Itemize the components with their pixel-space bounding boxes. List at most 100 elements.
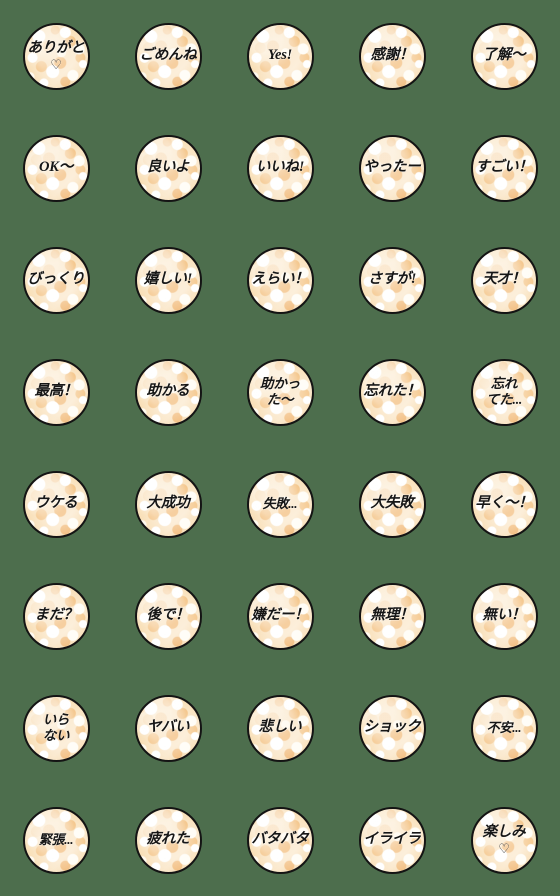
emoji-coin-tasukaru[interactable]: 助かる bbox=[134, 358, 202, 426]
emoji-cell-nai[interactable]: 無い！ bbox=[448, 560, 560, 672]
emoji-cell-batabata[interactable]: バタバタ bbox=[224, 784, 336, 896]
emoji-cell-atode[interactable]: 後で！ bbox=[112, 560, 224, 672]
emoji-label-gomenne: ごめんね bbox=[139, 47, 197, 64]
emoji-cell-bikkuri[interactable]: びっくり bbox=[0, 224, 112, 336]
emoji-cell-iranai[interactable]: いら ない bbox=[0, 672, 112, 784]
emoji-coin-yes[interactable]: Yes! bbox=[246, 22, 314, 90]
emoji-coin-erai[interactable]: えらい！ bbox=[246, 246, 314, 314]
emoji-label-tasukaru: 助かる bbox=[146, 383, 190, 400]
emoji-coin-daishippai[interactable]: 大失敗 bbox=[358, 470, 426, 538]
emoji-label-atode: 後で！ bbox=[146, 607, 190, 624]
emoji-coin-iyada[interactable]: 嫌だー！ bbox=[246, 582, 314, 650]
emoji-coin-yabai[interactable]: ヤバい bbox=[134, 694, 202, 762]
emoji-cell-yatta[interactable]: やったー bbox=[336, 112, 448, 224]
emoji-label-tsukareta: 疲れた bbox=[146, 831, 190, 848]
emoji-coin-muri[interactable]: 無理！ bbox=[358, 582, 426, 650]
emoji-cell-yabai[interactable]: ヤバい bbox=[112, 672, 224, 784]
emoji-coin-arigato[interactable]: ありがと ♡ bbox=[22, 22, 90, 90]
emoji-cell-daishippai[interactable]: 大失敗 bbox=[336, 448, 448, 560]
emoji-cell-muri[interactable]: 無理！ bbox=[336, 560, 448, 672]
emoji-coin-ureshii[interactable]: 嬉しい! bbox=[134, 246, 202, 314]
emoji-cell-tensai[interactable]: 天才！ bbox=[448, 224, 560, 336]
emoji-cell-daiseikou[interactable]: 大成功 bbox=[112, 448, 224, 560]
emoji-coin-hayaku[interactable]: 早く〜！ bbox=[470, 470, 538, 538]
emoji-label-saikou: 最高！ bbox=[34, 383, 78, 400]
emoji-label-batabata: バタバタ bbox=[251, 831, 309, 848]
emoji-coin-sasuga[interactable]: さすが! bbox=[358, 246, 426, 314]
emoji-cell-sugoi[interactable]: すごい！ bbox=[448, 112, 560, 224]
emoji-coin-kinchou[interactable]: 緊張... bbox=[22, 806, 90, 874]
emoji-cell-tanoshimi[interactable]: 楽しみ ♡ bbox=[448, 784, 560, 896]
emoji-coin-tensai[interactable]: 天才！ bbox=[470, 246, 538, 314]
emoji-cell-tasukaru[interactable]: 助かる bbox=[112, 336, 224, 448]
emoji-coin-tsukareta[interactable]: 疲れた bbox=[134, 806, 202, 874]
emoji-label-muri: 無理！ bbox=[370, 607, 414, 624]
emoji-label-tasukatta: 助かっ た〜 bbox=[260, 376, 300, 407]
emoji-coin-tanoshimi[interactable]: 楽しみ ♡ bbox=[470, 806, 538, 874]
emoji-label-arigato: ありがと ♡ bbox=[27, 40, 85, 72]
emoji-label-kinchou: 緊張... bbox=[38, 832, 74, 848]
emoji-coin-kanashii[interactable]: 悲しい bbox=[246, 694, 314, 762]
emoji-cell-fuan[interactable]: 不安... bbox=[448, 672, 560, 784]
emoji-coin-tasukatta[interactable]: 助かっ た〜 bbox=[246, 358, 314, 426]
emoji-coin-shock[interactable]: ショック bbox=[358, 694, 426, 762]
emoji-coin-bikkuri[interactable]: びっくり bbox=[22, 246, 90, 314]
emoji-cell-kansha[interactable]: 感謝！ bbox=[336, 0, 448, 112]
emoji-cell-mada[interactable]: まだ？ bbox=[0, 560, 112, 672]
emoji-coin-iine[interactable]: いいね! bbox=[246, 134, 314, 202]
emoji-label-bikkuri: びっくり bbox=[27, 271, 85, 288]
emoji-coin-wasureteta[interactable]: 忘れ てた... bbox=[470, 358, 538, 426]
emoji-coin-atode[interactable]: 後で！ bbox=[134, 582, 202, 650]
emoji-coin-gomenne[interactable]: ごめんね bbox=[134, 22, 202, 90]
emoji-coin-iraira[interactable]: イライラ bbox=[358, 806, 426, 874]
emoji-cell-wasureta[interactable]: 忘れた！ bbox=[336, 336, 448, 448]
emoji-coin-mada[interactable]: まだ？ bbox=[22, 582, 90, 650]
emoji-cell-iyada[interactable]: 嫌だー！ bbox=[224, 560, 336, 672]
emoji-cell-iiyo[interactable]: 良いよ bbox=[112, 112, 224, 224]
emoji-coin-wasureta[interactable]: 忘れた！ bbox=[358, 358, 426, 426]
emoji-cell-tasukatta[interactable]: 助かっ た〜 bbox=[224, 336, 336, 448]
emoji-cell-erai[interactable]: えらい！ bbox=[224, 224, 336, 336]
emoji-coin-sugoi[interactable]: すごい！ bbox=[470, 134, 538, 202]
emoji-cell-shock[interactable]: ショック bbox=[336, 672, 448, 784]
emoji-cell-wasureteta[interactable]: 忘れ てた... bbox=[448, 336, 560, 448]
emoji-coin-iiyo[interactable]: 良いよ bbox=[134, 134, 202, 202]
emoji-label-mada: まだ？ bbox=[34, 607, 78, 624]
emoji-cell-saikou[interactable]: 最高！ bbox=[0, 336, 112, 448]
emoji-coin-daiseikou[interactable]: 大成功 bbox=[134, 470, 202, 538]
emoji-coin-batabata[interactable]: バタバタ bbox=[246, 806, 314, 874]
emoji-cell-shippai[interactable]: 失敗... bbox=[224, 448, 336, 560]
emoji-label-erai: えらい！ bbox=[251, 271, 309, 288]
emoji-cell-ryoukai[interactable]: 了解〜 bbox=[448, 0, 560, 112]
emoji-cell-ok[interactable]: OK〜 bbox=[0, 112, 112, 224]
emoji-label-iiyo: 良いよ bbox=[146, 159, 190, 176]
emoji-label-iraira: イライラ bbox=[363, 831, 421, 848]
emoji-coin-nai[interactable]: 無い！ bbox=[470, 582, 538, 650]
emoji-cell-arigato[interactable]: ありがと ♡ bbox=[0, 0, 112, 112]
emoji-cell-ureshii[interactable]: 嬉しい! bbox=[112, 224, 224, 336]
emoji-coin-ukeru[interactable]: ウケる bbox=[22, 470, 90, 538]
emoji-coin-fuan[interactable]: 不安... bbox=[470, 694, 538, 762]
emoji-cell-tsukareta[interactable]: 疲れた bbox=[112, 784, 224, 896]
emoji-coin-kansha[interactable]: 感謝！ bbox=[358, 22, 426, 90]
emoji-cell-iraira[interactable]: イライラ bbox=[336, 784, 448, 896]
emoji-cell-iine[interactable]: いいね! bbox=[224, 112, 336, 224]
emoji-label-kanashii: 悲しい bbox=[258, 719, 302, 736]
emoji-coin-ryoukai[interactable]: 了解〜 bbox=[470, 22, 538, 90]
emoji-coin-shippai[interactable]: 失敗... bbox=[246, 470, 314, 538]
emoji-coin-saikou[interactable]: 最高！ bbox=[22, 358, 90, 426]
emoji-cell-kanashii[interactable]: 悲しい bbox=[224, 672, 336, 784]
emoji-cell-kinchou[interactable]: 緊張... bbox=[0, 784, 112, 896]
emoji-label-nai: 無い！ bbox=[482, 607, 526, 624]
emoji-label-kansha: 感謝！ bbox=[370, 47, 414, 64]
emoji-cell-yes[interactable]: Yes! bbox=[224, 0, 336, 112]
emoji-cell-sasuga[interactable]: さすが! bbox=[336, 224, 448, 336]
emoji-cell-hayaku[interactable]: 早く〜！ bbox=[448, 448, 560, 560]
emoji-label-yatta: やったー bbox=[363, 159, 421, 176]
emoji-cell-gomenne[interactable]: ごめんね bbox=[112, 0, 224, 112]
emoji-coin-iranai[interactable]: いら ない bbox=[22, 694, 90, 762]
emoji-coin-yatta[interactable]: やったー bbox=[358, 134, 426, 202]
emoji-cell-ukeru[interactable]: ウケる bbox=[0, 448, 112, 560]
emoji-coin-ok[interactable]: OK〜 bbox=[22, 134, 90, 202]
emoji-label-shippai: 失敗... bbox=[262, 496, 298, 512]
